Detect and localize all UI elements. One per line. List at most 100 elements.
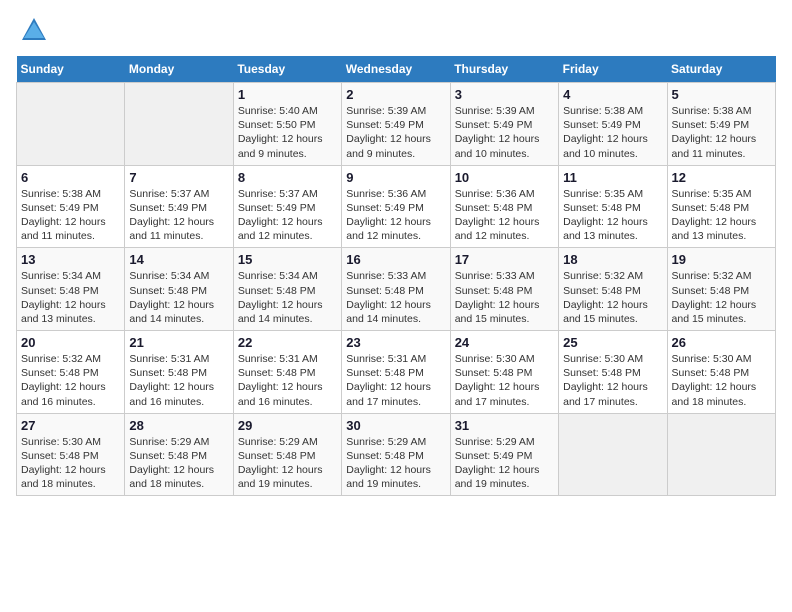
- calendar-header: SundayMondayTuesdayWednesdayThursdayFrid…: [17, 56, 776, 83]
- day-number: 18: [563, 252, 662, 267]
- logo: [16, 16, 48, 44]
- day-number: 27: [21, 418, 120, 433]
- calendar-cell: 11 Sunrise: 5:35 AMSunset: 5:48 PMDayligh…: [559, 165, 667, 248]
- day-number: 24: [455, 335, 554, 350]
- day-number: 1: [238, 87, 337, 102]
- day-number: 12: [672, 170, 771, 185]
- day-number: 9: [346, 170, 445, 185]
- week-row-4: 27 Sunrise: 5:30 AMSunset: 5:48 PMDayligh…: [17, 413, 776, 496]
- col-header-tuesday: Tuesday: [233, 56, 341, 83]
- day-info: Sunrise: 5:39 AMSunset: 5:49 PMDaylight:…: [346, 104, 445, 161]
- day-info: Sunrise: 5:30 AMSunset: 5:48 PMDaylight:…: [672, 352, 771, 409]
- calendar-cell: 20 Sunrise: 5:32 AMSunset: 5:48 PMDayligh…: [17, 331, 125, 414]
- calendar-cell: 2Sunrise: 5:39 AMSunset: 5:49 PMDaylight…: [342, 83, 450, 166]
- day-info: Sunrise: 5:38 AMSunset: 5:49 PMDaylight:…: [21, 187, 120, 244]
- calendar-cell: 19Sunrise: 5:32 AMSunset: 5:48 PMDayligh…: [667, 248, 775, 331]
- col-header-thursday: Thursday: [450, 56, 558, 83]
- day-number: 16: [346, 252, 445, 267]
- calendar-cell: 6 Sunrise: 5:38 AMSunset: 5:49 PMDaylight…: [17, 165, 125, 248]
- day-info: Sunrise: 5:35 AMSunset: 5:48 PMDaylight:…: [672, 187, 771, 244]
- week-row-1: 6 Sunrise: 5:38 AMSunset: 5:49 PMDaylight…: [17, 165, 776, 248]
- calendar-cell: 30 Sunrise: 5:29 AMSunset: 5:48 PMDayligh…: [342, 413, 450, 496]
- day-number: 17: [455, 252, 554, 267]
- day-info: Sunrise: 5:32 AMSunset: 5:48 PMDaylight:…: [21, 352, 120, 409]
- col-header-friday: Friday: [559, 56, 667, 83]
- day-number: 13: [21, 252, 120, 267]
- calendar-cell: [667, 413, 775, 496]
- calendar-cell: 28 Sunrise: 5:29 AMSunset: 5:48 PMDayligh…: [125, 413, 233, 496]
- calendar-cell: 5 Sunrise: 5:38 AMSunset: 5:49 PMDaylight…: [667, 83, 775, 166]
- day-info: Sunrise: 5:40 AMSunset: 5:50 PMDaylight:…: [238, 104, 337, 161]
- day-info: Sunrise: 5:38 AMSunset: 5:49 PMDaylight:…: [563, 104, 662, 161]
- day-info: Sunrise: 5:34 AMSunset: 5:48 PMDaylight:…: [129, 269, 228, 326]
- day-number: 15: [238, 252, 337, 267]
- week-row-3: 20 Sunrise: 5:32 AMSunset: 5:48 PMDayligh…: [17, 331, 776, 414]
- day-info: Sunrise: 5:36 AMSunset: 5:48 PMDaylight:…: [455, 187, 554, 244]
- day-info: Sunrise: 5:37 AMSunset: 5:49 PMDaylight:…: [129, 187, 228, 244]
- calendar-cell: 16 Sunrise: 5:33 AMSunset: 5:48 PMDayligh…: [342, 248, 450, 331]
- week-row-0: 1 Sunrise: 5:40 AMSunset: 5:50 PMDaylight…: [17, 83, 776, 166]
- calendar-cell: 25 Sunrise: 5:30 AMSunset: 5:48 PMDayligh…: [559, 331, 667, 414]
- day-number: 5: [672, 87, 771, 102]
- calendar-cell: 22Sunrise: 5:31 AMSunset: 5:48 PMDayligh…: [233, 331, 341, 414]
- calendar-table: SundayMondayTuesdayWednesdayThursdayFrid…: [16, 56, 776, 496]
- day-info: Sunrise: 5:39 AMSunset: 5:49 PMDaylight:…: [455, 104, 554, 161]
- calendar-cell: 21 Sunrise: 5:31 AMSunset: 5:48 PMDayligh…: [125, 331, 233, 414]
- day-number: 23: [346, 335, 445, 350]
- day-info: Sunrise: 5:30 AMSunset: 5:48 PMDaylight:…: [563, 352, 662, 409]
- calendar-cell: 23 Sunrise: 5:31 AMSunset: 5:48 PMDayligh…: [342, 331, 450, 414]
- calendar-cell: 24 Sunrise: 5:30 AMSunset: 5:48 PMDayligh…: [450, 331, 558, 414]
- day-number: 11: [563, 170, 662, 185]
- calendar-cell: 1 Sunrise: 5:40 AMSunset: 5:50 PMDaylight…: [233, 83, 341, 166]
- calendar-cell: 14 Sunrise: 5:34 AMSunset: 5:48 PMDayligh…: [125, 248, 233, 331]
- calendar-cell: 9Sunrise: 5:36 AMSunset: 5:49 PMDaylight…: [342, 165, 450, 248]
- calendar-cell: 17 Sunrise: 5:33 AMSunset: 5:48 PMDayligh…: [450, 248, 558, 331]
- day-number: 21: [129, 335, 228, 350]
- day-info: Sunrise: 5:37 AMSunset: 5:49 PMDaylight:…: [238, 187, 337, 244]
- calendar-cell: 13 Sunrise: 5:34 AMSunset: 5:48 PMDayligh…: [17, 248, 125, 331]
- calendar-cell: 27 Sunrise: 5:30 AMSunset: 5:48 PMDayligh…: [17, 413, 125, 496]
- day-info: Sunrise: 5:30 AMSunset: 5:48 PMDaylight:…: [21, 435, 120, 492]
- calendar-cell: 8 Sunrise: 5:37 AMSunset: 5:49 PMDaylight…: [233, 165, 341, 248]
- day-number: 7: [129, 170, 228, 185]
- calendar-cell: [125, 83, 233, 166]
- day-number: 19: [672, 252, 771, 267]
- day-number: 20: [21, 335, 120, 350]
- col-header-sunday: Sunday: [17, 56, 125, 83]
- day-info: Sunrise: 5:35 AMSunset: 5:48 PMDaylight:…: [563, 187, 662, 244]
- day-info: Sunrise: 5:31 AMSunset: 5:48 PMDaylight:…: [346, 352, 445, 409]
- day-info: Sunrise: 5:38 AMSunset: 5:49 PMDaylight:…: [672, 104, 771, 161]
- day-number: 3: [455, 87, 554, 102]
- calendar-cell: 15 Sunrise: 5:34 AMSunset: 5:48 PMDayligh…: [233, 248, 341, 331]
- day-info: Sunrise: 5:31 AMSunset: 5:48 PMDaylight:…: [129, 352, 228, 409]
- calendar-cell: 18Sunrise: 5:32 AMSunset: 5:48 PMDayligh…: [559, 248, 667, 331]
- page-header: [16, 16, 776, 44]
- day-info: Sunrise: 5:29 AMSunset: 5:48 PMDaylight:…: [129, 435, 228, 492]
- day-number: 30: [346, 418, 445, 433]
- day-number: 31: [455, 418, 554, 433]
- day-info: Sunrise: 5:34 AMSunset: 5:48 PMDaylight:…: [238, 269, 337, 326]
- day-info: Sunrise: 5:34 AMSunset: 5:48 PMDaylight:…: [21, 269, 120, 326]
- col-header-saturday: Saturday: [667, 56, 775, 83]
- day-info: Sunrise: 5:30 AMSunset: 5:48 PMDaylight:…: [455, 352, 554, 409]
- day-number: 4: [563, 87, 662, 102]
- calendar-cell: 3 Sunrise: 5:39 AMSunset: 5:49 PMDaylight…: [450, 83, 558, 166]
- week-row-2: 13 Sunrise: 5:34 AMSunset: 5:48 PMDayligh…: [17, 248, 776, 331]
- day-info: Sunrise: 5:33 AMSunset: 5:48 PMDaylight:…: [346, 269, 445, 326]
- calendar-cell: 29Sunrise: 5:29 AMSunset: 5:48 PMDayligh…: [233, 413, 341, 496]
- calendar-cell: 26 Sunrise: 5:30 AMSunset: 5:48 PMDayligh…: [667, 331, 775, 414]
- day-info: Sunrise: 5:29 AMSunset: 5:49 PMDaylight:…: [455, 435, 554, 492]
- day-number: 10: [455, 170, 554, 185]
- day-info: Sunrise: 5:33 AMSunset: 5:48 PMDaylight:…: [455, 269, 554, 326]
- day-number: 28: [129, 418, 228, 433]
- calendar-cell: 12 Sunrise: 5:35 AMSunset: 5:48 PMDayligh…: [667, 165, 775, 248]
- day-number: 25: [563, 335, 662, 350]
- day-number: 8: [238, 170, 337, 185]
- day-number: 6: [21, 170, 120, 185]
- day-number: 14: [129, 252, 228, 267]
- calendar-cell: 31 Sunrise: 5:29 AMSunset: 5:49 PMDayligh…: [450, 413, 558, 496]
- day-number: 26: [672, 335, 771, 350]
- calendar-cell: [17, 83, 125, 166]
- calendar-cell: 4 Sunrise: 5:38 AMSunset: 5:49 PMDaylight…: [559, 83, 667, 166]
- day-info: Sunrise: 5:29 AMSunset: 5:48 PMDaylight:…: [346, 435, 445, 492]
